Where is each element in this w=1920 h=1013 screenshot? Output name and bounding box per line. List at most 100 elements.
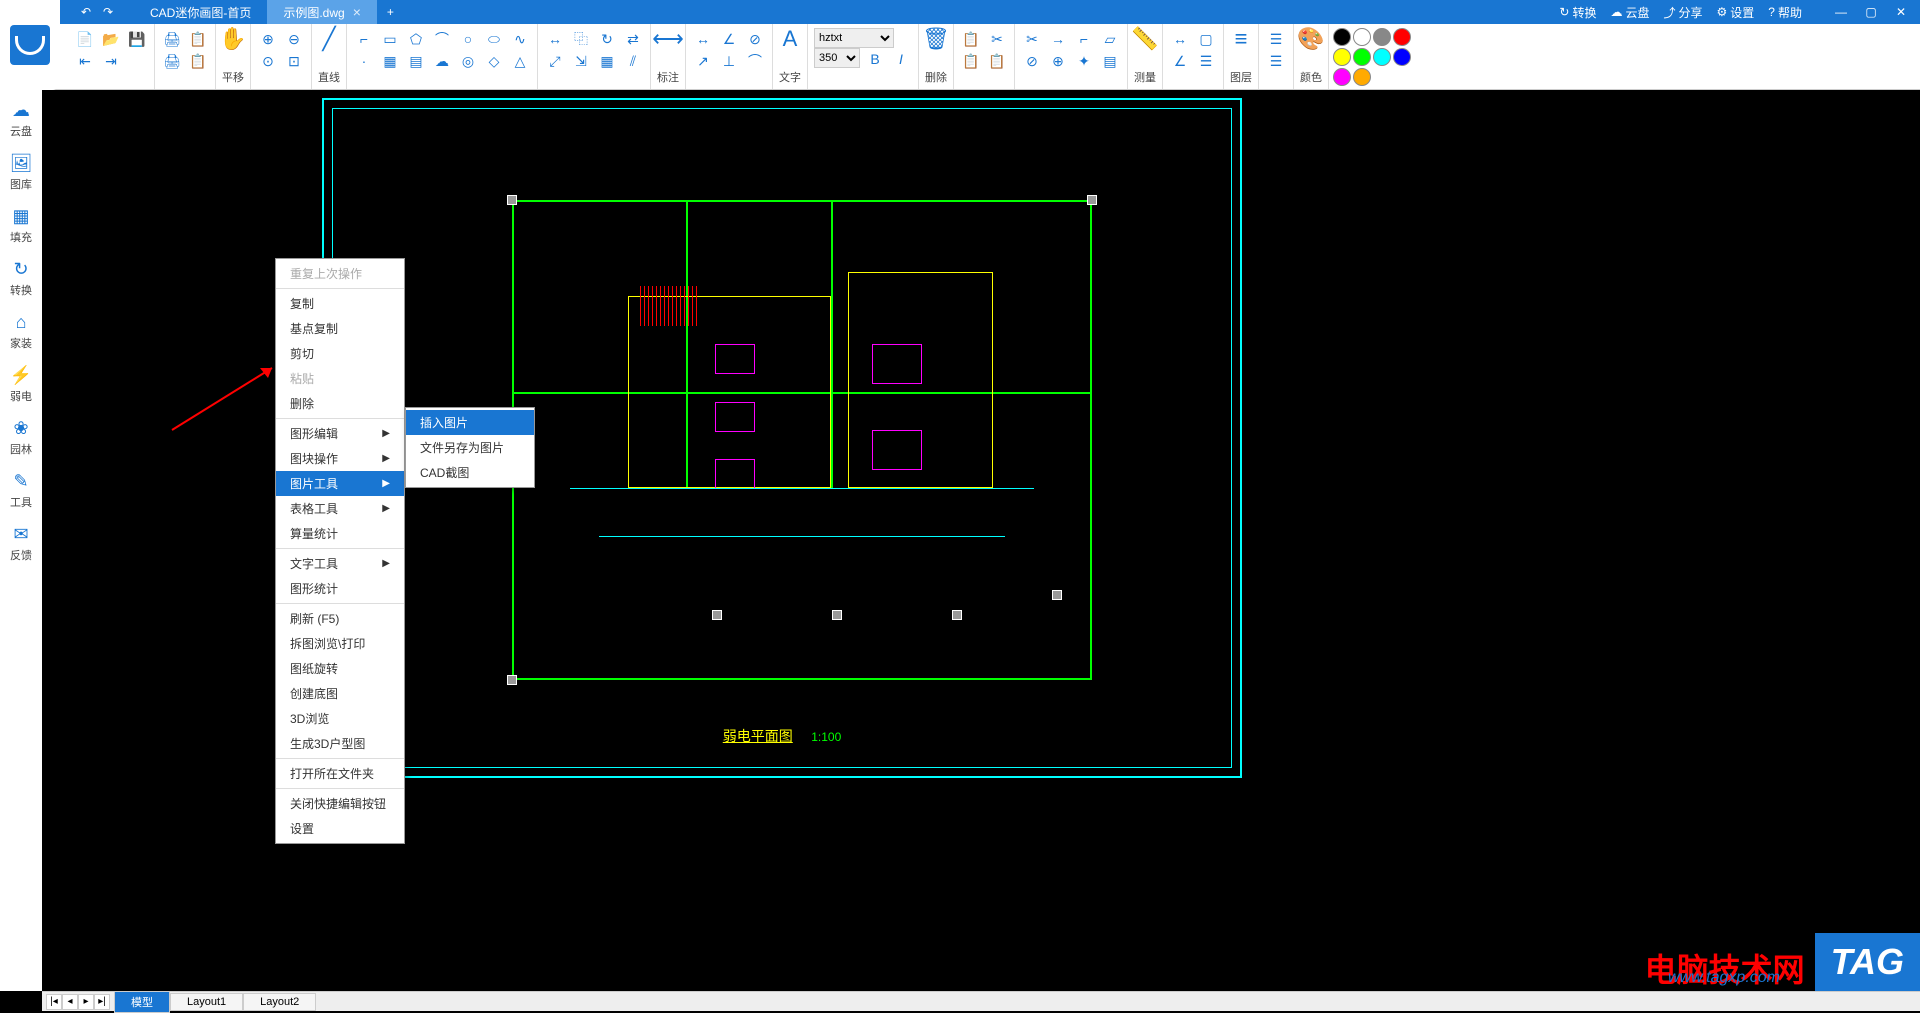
handle[interactable] <box>507 195 517 205</box>
menu-item[interactable]: 生成3D户型图 <box>276 731 404 756</box>
menu-item[interactable]: 3D浏览 <box>276 706 404 731</box>
layerlist-icon[interactable]: ☰ <box>1265 28 1287 50</box>
paste2-icon[interactable]: 📋 <box>986 50 1008 72</box>
menu-item[interactable]: 图片工具▶ <box>276 471 404 496</box>
help-button[interactable]: ?帮助 <box>1768 4 1802 21</box>
sidebar-item[interactable]: ☁云盘 <box>1 94 41 145</box>
export-icon[interactable]: ⇤ <box>74 50 96 72</box>
menu-item[interactable]: 删除 <box>276 391 404 416</box>
pdf-icon[interactable]: 📋 <box>187 28 209 50</box>
handle[interactable] <box>712 610 722 620</box>
point-icon[interactable]: · <box>353 50 375 72</box>
angle-icon[interactable]: ∠ <box>1169 50 1191 72</box>
paste-icon[interactable]: 📋 <box>960 50 982 72</box>
dimrad-icon[interactable]: ⊘ <box>744 28 766 50</box>
offset-icon[interactable]: ⫽ <box>622 50 644 72</box>
font-select[interactable]: hztxt <box>814 28 894 48</box>
color-swatch[interactable] <box>1333 48 1351 66</box>
leader-icon[interactable]: ↗ <box>692 50 714 72</box>
italic-button[interactable]: I <box>890 48 912 70</box>
last-icon[interactable]: ▸| <box>94 994 110 1010</box>
maximize-icon[interactable]: ▢ <box>1860 1 1882 23</box>
area-icon[interactable]: ▢ <box>1195 28 1217 50</box>
zoomfit-icon[interactable]: ⊙ <box>257 50 279 72</box>
join-icon[interactable]: ⊕ <box>1047 50 1069 72</box>
cloud-button[interactable]: ☁云盘 <box>1610 4 1649 21</box>
color-swatch[interactable] <box>1393 28 1411 46</box>
menu-item[interactable]: 图块操作▶ <box>276 446 404 471</box>
region-icon[interactable]: ▤ <box>405 50 427 72</box>
new-icon[interactable]: 📄 <box>74 28 96 50</box>
sidebar-item[interactable]: ▦填充 <box>1 200 41 251</box>
polyline-icon[interactable]: ⌐ <box>353 28 375 50</box>
handle[interactable] <box>832 610 842 620</box>
close-window-icon[interactable]: ✕ <box>1890 1 1912 23</box>
tab-model[interactable]: 模型 <box>114 991 170 1013</box>
import-icon[interactable]: ⇥ <box>100 50 122 72</box>
menu-item[interactable]: 创建底图 <box>276 681 404 706</box>
list-icon[interactable]: ☰ <box>1195 50 1217 72</box>
print-icon[interactable]: 🖨 <box>161 28 183 50</box>
hatch-icon[interactable]: ▦ <box>379 50 401 72</box>
dimlin-icon[interactable]: ↔ <box>692 28 714 50</box>
menu-item[interactable]: CAD截图 <box>406 460 534 485</box>
undo-icon[interactable]: ↶ <box>78 4 94 20</box>
mirror-icon[interactable]: ⇄ <box>622 28 644 50</box>
color-swatch[interactable] <box>1393 48 1411 66</box>
menu-item[interactable]: 图形编辑▶ <box>276 421 404 446</box>
menu-item[interactable]: 图纸旋转 <box>276 656 404 681</box>
align-icon[interactable]: ▤ <box>1099 50 1121 72</box>
polygon-icon[interactable]: ⬠ <box>405 28 427 50</box>
tool1-icon[interactable]: ◇ <box>483 50 505 72</box>
explode-icon[interactable]: ✦ <box>1073 50 1095 72</box>
menu-item[interactable]: 文字工具▶ <box>276 551 404 576</box>
add-tab-button[interactable]: + <box>377 0 404 24</box>
color-swatch[interactable] <box>1353 68 1371 86</box>
zoomwin-icon[interactable]: ⊡ <box>283 50 305 72</box>
sidebar-item[interactable]: ❀园林 <box>1 412 41 463</box>
cut-icon[interactable]: ✂ <box>986 28 1008 50</box>
handle[interactable] <box>507 675 517 685</box>
menu-item[interactable]: 剪切 <box>276 341 404 366</box>
array-icon[interactable]: ▦ <box>596 50 618 72</box>
dimarc-icon[interactable]: ⌒ <box>744 50 766 72</box>
menu-item[interactable]: 拆图浏览\打印 <box>276 631 404 656</box>
prev-icon[interactable]: ◂ <box>62 994 78 1010</box>
menu-item[interactable]: 表格工具▶ <box>276 496 404 521</box>
layer-icon[interactable]: ≡ <box>1230 28 1252 50</box>
tab-layout1[interactable]: Layout1 <box>170 993 243 1011</box>
tool2-icon[interactable]: △ <box>509 50 531 72</box>
fillet-icon[interactable]: ⌐ <box>1073 28 1095 50</box>
redo-icon[interactable]: ↷ <box>100 4 116 20</box>
arc-icon[interactable]: ⌒ <box>431 28 453 50</box>
share-button[interactable]: ⤴分享 <box>1663 4 1702 21</box>
sidebar-item[interactable]: ↻转换 <box>1 253 41 304</box>
menu-item[interactable]: 算量统计 <box>276 521 404 546</box>
break-icon[interactable]: ⊘ <box>1021 50 1043 72</box>
line-icon[interactable]: ╱ <box>318 28 340 50</box>
menu-item[interactable]: 插入图片 <box>406 410 534 435</box>
next-icon[interactable]: ▸ <box>78 994 94 1010</box>
sidebar-item[interactable]: ⚡弱电 <box>1 359 41 410</box>
close-icon[interactable]: × <box>353 4 361 20</box>
sidebar-item[interactable]: 🖼图库 <box>1 147 41 198</box>
menu-item[interactable]: 基点复制 <box>276 316 404 341</box>
zoomin-icon[interactable]: ⊕ <box>257 28 279 50</box>
save-icon[interactable]: 💾 <box>126 28 148 50</box>
measure-icon[interactable]: 📏 <box>1134 28 1156 50</box>
chamfer-icon[interactable]: ▱ <box>1099 28 1121 50</box>
menu-item[interactable]: 图形统计 <box>276 576 404 601</box>
ellipse-icon[interactable]: ⬭ <box>483 28 505 50</box>
menu-item[interactable]: 打开所在文件夹 <box>276 761 404 786</box>
handle[interactable] <box>952 610 962 620</box>
menu-item[interactable]: 刷新 (F5) <box>276 606 404 631</box>
color-swatch[interactable] <box>1353 28 1371 46</box>
spline-icon[interactable]: ∿ <box>509 28 531 50</box>
sidebar-item[interactable]: ⌂家装 <box>1 306 41 357</box>
first-icon[interactable]: |◂ <box>46 994 62 1010</box>
trim-icon[interactable]: ✂ <box>1021 28 1043 50</box>
print2-icon[interactable]: 🖨 <box>161 50 183 72</box>
tab-layout2[interactable]: Layout2 <box>243 993 316 1011</box>
dimord-icon[interactable]: ⊥ <box>718 50 740 72</box>
dist-icon[interactable]: ↔ <box>1169 28 1191 50</box>
